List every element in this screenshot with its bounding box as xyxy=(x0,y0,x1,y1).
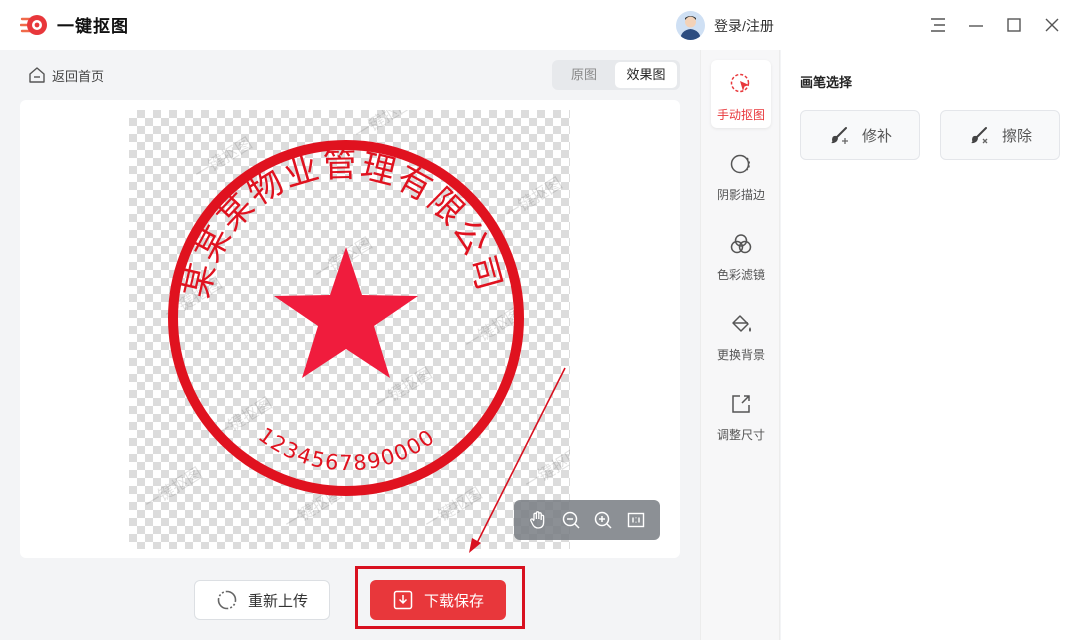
tool-label: 阴影描边 xyxy=(716,188,765,202)
view-tabs: 原图 效果图 xyxy=(552,60,680,90)
minimize-icon[interactable] xyxy=(966,15,986,35)
paint-bucket-icon xyxy=(732,315,751,332)
zoom-toolbar xyxy=(514,500,660,540)
menu-icon[interactable] xyxy=(928,15,948,35)
tool-sidebar: 手动抠图 阴影描边 色彩滤镜 更换背景 调整尺寸 xyxy=(700,50,780,640)
brush-panel: 画笔选择 修补 擦除 xyxy=(781,50,1080,640)
stamp-image: 一键抠图一键抠图一键抠图一键抠图一键抠图一键抠图一键抠图一键抠图一键抠图 一键抠图… xyxy=(141,110,570,533)
title-bar: 一键抠图 登录/注册 xyxy=(0,0,1080,50)
tool-resize[interactable]: 调整尺寸 xyxy=(711,380,771,448)
tool-label: 调整尺寸 xyxy=(716,428,765,442)
zoom-in-icon[interactable] xyxy=(593,510,613,530)
brush-icon xyxy=(830,127,848,144)
repair-label: 修补 xyxy=(861,127,892,145)
panel-title: 画笔选择 xyxy=(800,75,853,90)
watermark-text: 一键抠图 xyxy=(521,443,570,493)
watermark-text: 一键抠图 xyxy=(421,483,485,533)
erase-brush-button[interactable]: 擦除 xyxy=(940,110,1060,160)
image-canvas[interactable]: 一键抠图 一键抠图 一键抠图 一键抠图 一键抠图 一键抠图 一键抠图 一键抠图 一键抠图 一键抠图… xyxy=(20,100,680,558)
hand-icon[interactable] xyxy=(528,510,548,530)
tool-change-background[interactable]: 更换背景 xyxy=(711,300,771,368)
watermark-text: 一键抠图 xyxy=(351,110,415,143)
stamp-star xyxy=(274,247,418,378)
reupload-button[interactable]: 重新上传 xyxy=(194,580,330,620)
tool-shadow-stroke[interactable]: 阴影描边 xyxy=(711,140,771,208)
app-title: 一键抠图 xyxy=(57,17,129,36)
download-save-button[interactable]: 下载保存 xyxy=(370,580,506,620)
tool-label: 更换背景 xyxy=(716,348,765,362)
refresh-icon xyxy=(217,590,237,610)
reupload-label: 重新上传 xyxy=(247,592,308,610)
shadow-icon xyxy=(730,154,751,174)
tool-label: 手动抠图 xyxy=(716,108,765,122)
resize-icon xyxy=(732,395,750,413)
tool-color-filter[interactable]: 色彩滤镜 xyxy=(711,220,771,288)
eraser-brush-icon xyxy=(970,127,988,144)
erase-label: 擦除 xyxy=(1001,127,1032,145)
user-avatar[interactable] xyxy=(676,11,705,40)
maximize-icon[interactable] xyxy=(1004,15,1024,35)
tab-effect[interactable]: 效果图 xyxy=(615,62,677,88)
tab-original[interactable]: 原图 xyxy=(555,62,613,88)
user-avatar-icon xyxy=(676,11,705,40)
repair-brush-button[interactable]: 修补 xyxy=(800,110,920,160)
download-save-label: 下载保存 xyxy=(423,592,484,610)
close-icon[interactable] xyxy=(1042,15,1062,35)
tool-manual-cutout[interactable]: 手动抠图 xyxy=(711,60,771,128)
app-window: 一键抠图 登录/注册 返回首页 原图 效果图 一键抠图 一键抠图 一键抠图 一键… xyxy=(0,0,1080,640)
fit-icon[interactable] xyxy=(626,510,646,530)
watermark-text: 一键抠图 xyxy=(141,463,205,513)
cursor-icon xyxy=(730,73,750,93)
home-icon xyxy=(29,67,45,83)
filter-icon xyxy=(730,234,752,254)
login-register-link[interactable]: 登录/注册 xyxy=(714,16,774,36)
stamp-number-text: 1234567890000 xyxy=(254,423,440,475)
app-logo-icon xyxy=(20,15,47,35)
zoom-out-icon[interactable] xyxy=(561,510,581,530)
watermark-text: 一键抠图 xyxy=(501,173,565,223)
back-home-label: 返回首页 xyxy=(52,68,105,84)
tool-label: 色彩滤镜 xyxy=(716,268,765,282)
back-home-button[interactable]: 返回首页 xyxy=(28,64,104,86)
download-icon xyxy=(393,590,413,610)
